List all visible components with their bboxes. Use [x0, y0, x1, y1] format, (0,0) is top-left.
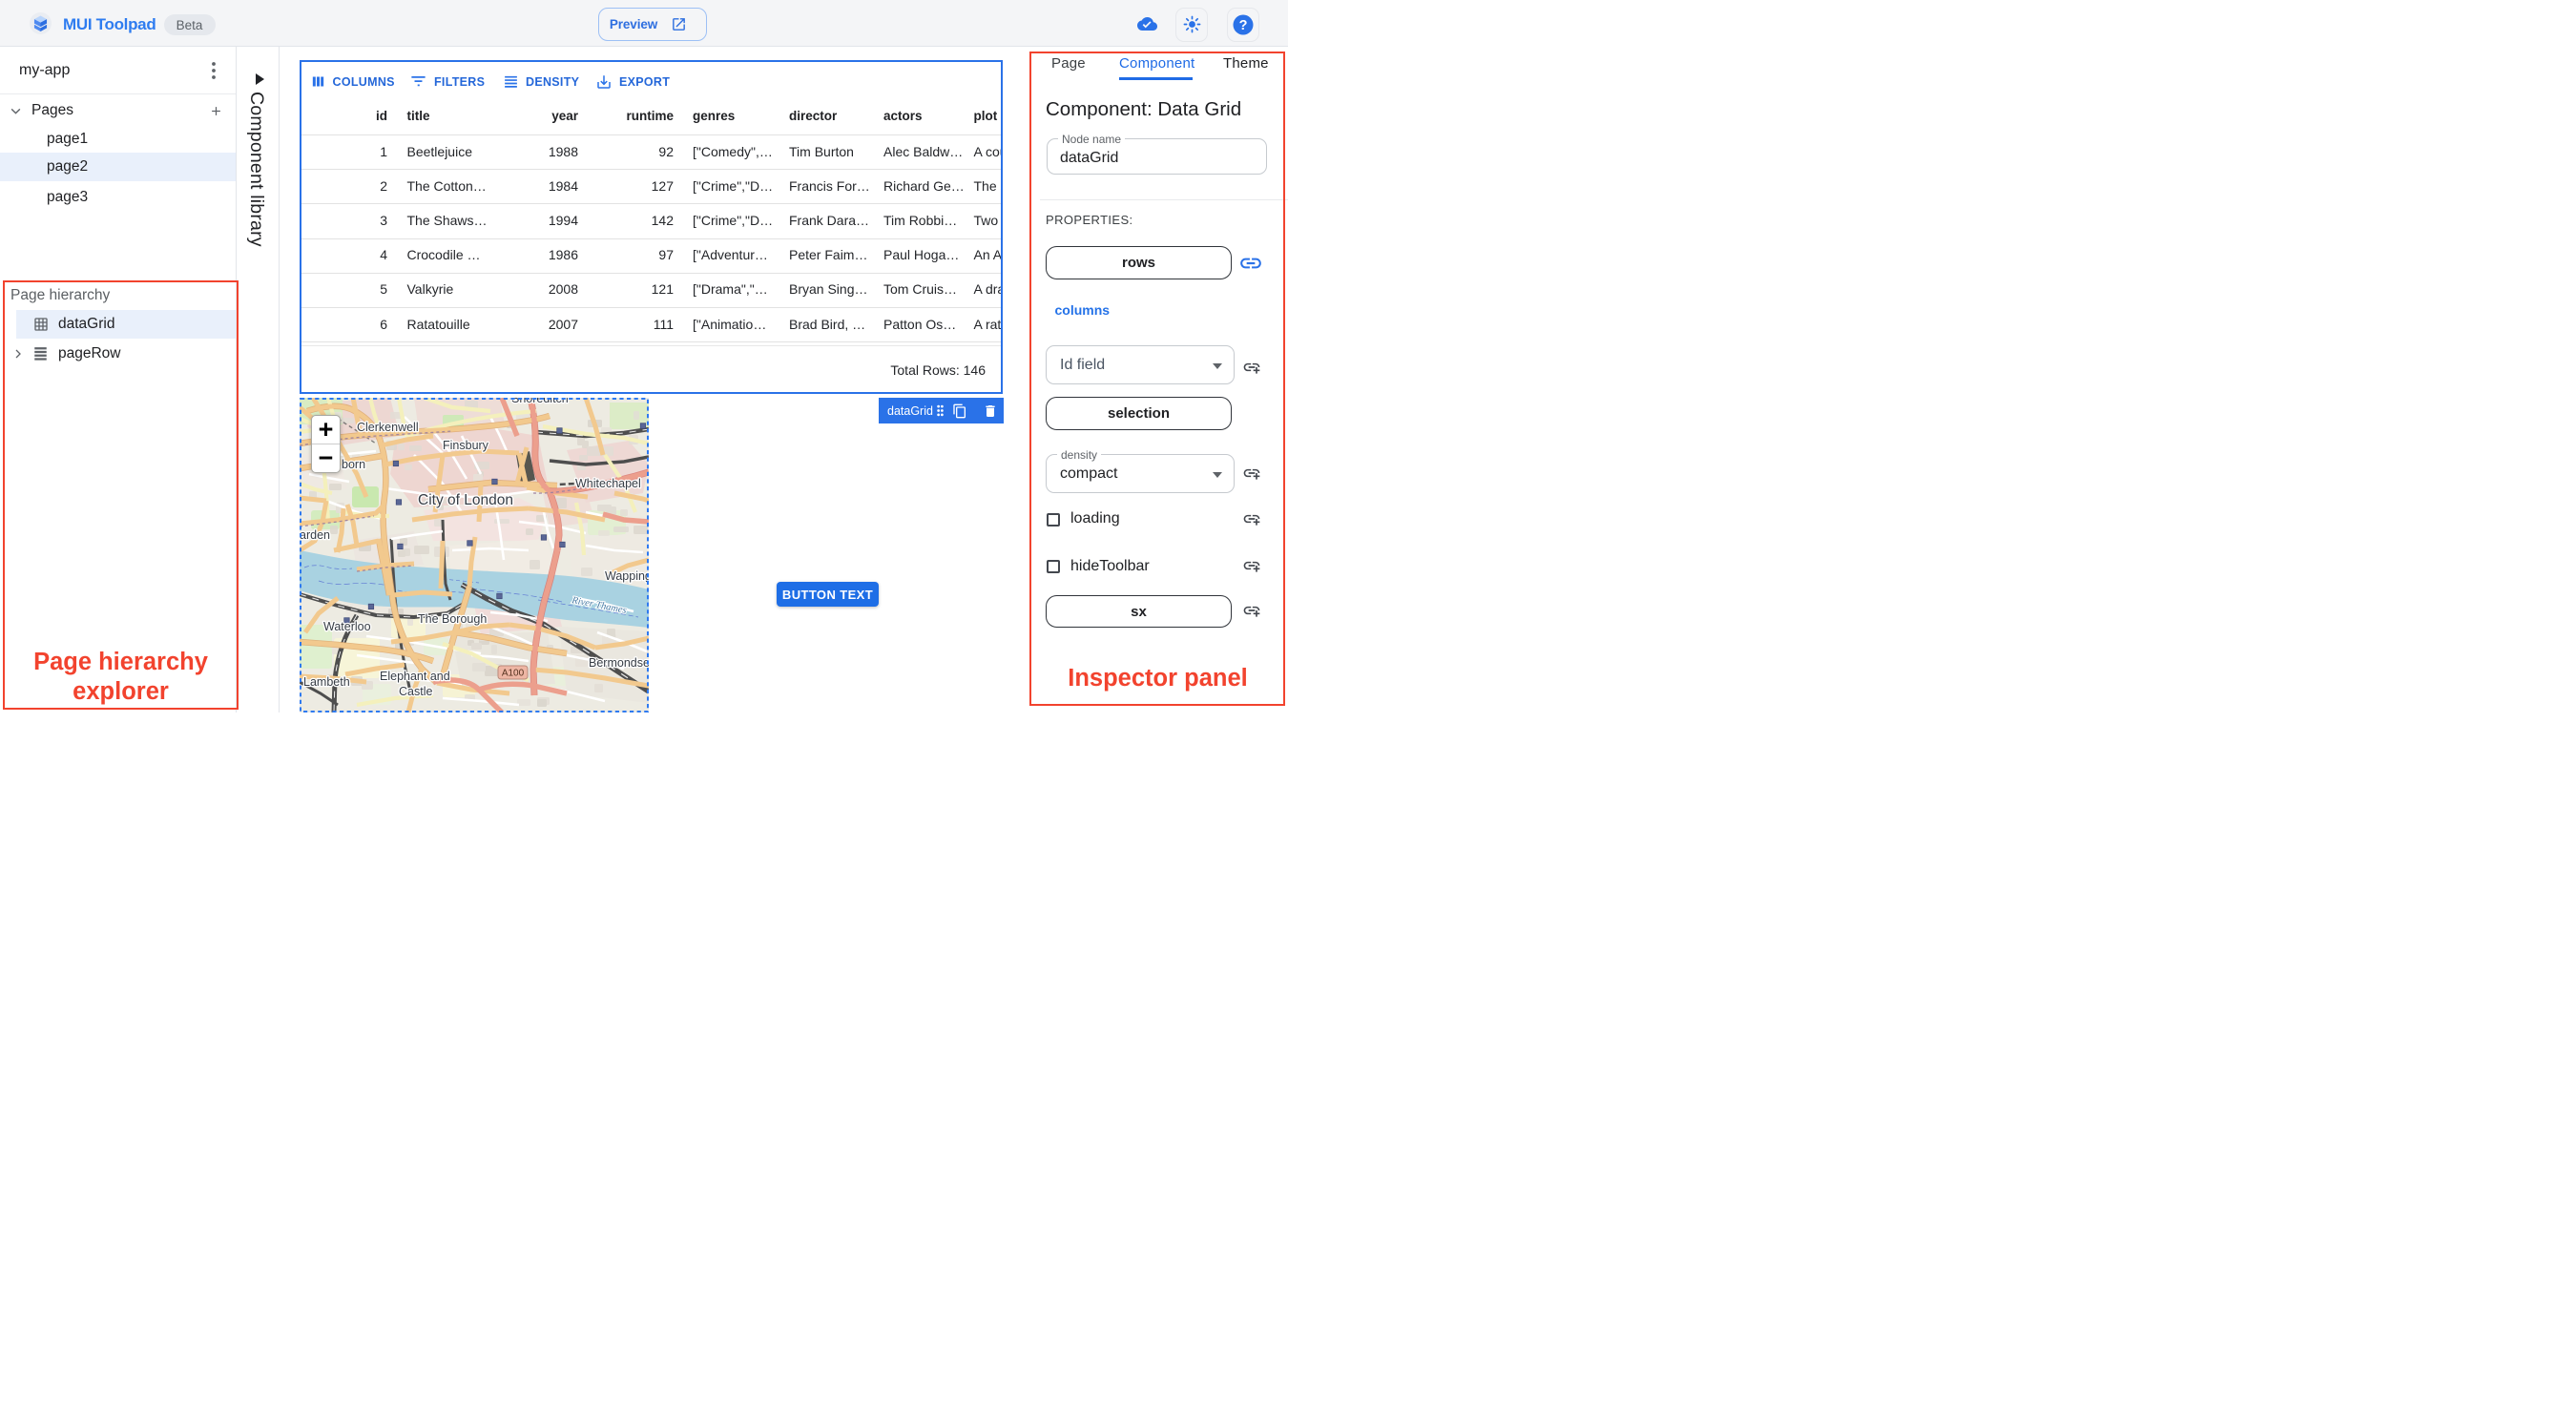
svg-text:?: ?	[1239, 18, 1248, 33]
